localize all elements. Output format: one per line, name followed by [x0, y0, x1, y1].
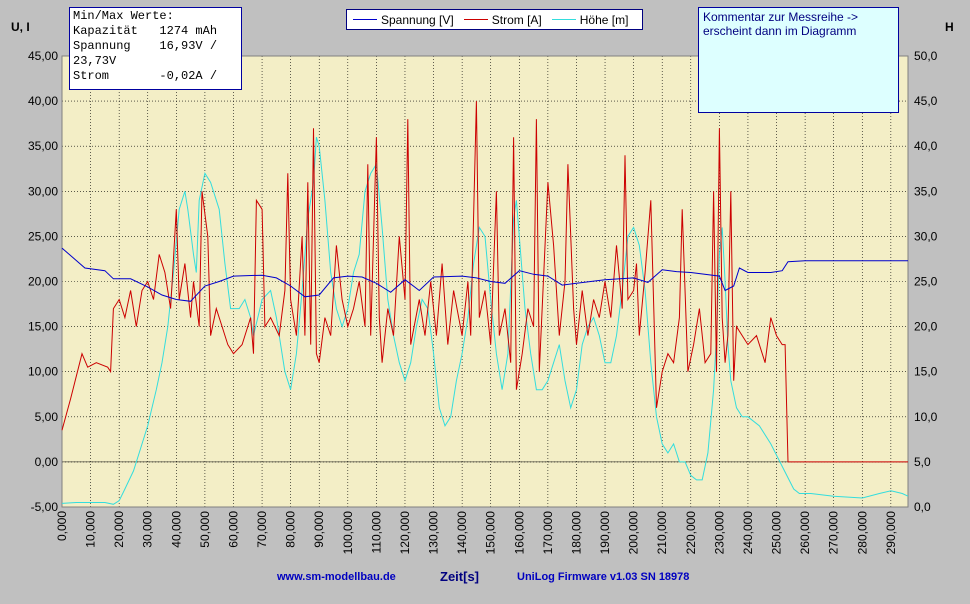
- y-right-tick-label: 25,0: [914, 275, 938, 289]
- x-tick-label: 190,000: [598, 511, 612, 555]
- legend-label-hoehe: Höhe [m]: [579, 12, 629, 27]
- firmware-info: UniLog Firmware v1.03 SN 18978: [517, 571, 690, 583]
- minmax-strom: Strom -0,02A /: [73, 69, 218, 83]
- x-tick-label: 250,000: [770, 511, 784, 555]
- left-axis-title: U, I: [11, 20, 30, 34]
- x-tick-label: 280,000: [855, 511, 869, 555]
- x-tick-label: 140,000: [455, 511, 469, 555]
- legend-item-strom: Strom [A]: [463, 12, 542, 27]
- x-tick-label: 40,000: [169, 511, 183, 548]
- y-left-tick-label: 25,00: [28, 229, 58, 243]
- y-left-tick-label: 30,00: [28, 184, 58, 198]
- x-tick-label: 110,000: [369, 511, 383, 554]
- y-right-tick-label: 45,0: [914, 94, 938, 108]
- y-right-tick-label: 30,0: [914, 229, 938, 243]
- minmax-box: Min/Max Werte: Kapazität 1274 mAh Spannung…: [69, 7, 242, 90]
- x-tick-label: 290,000: [884, 511, 898, 555]
- y-right-tick-label: 15,0: [914, 365, 938, 379]
- x-tick-label: 0,000: [55, 511, 69, 541]
- x-tick-label: 150,000: [484, 511, 498, 555]
- x-tick-label: 260,000: [798, 511, 812, 555]
- y-left-tick-label: 35,00: [28, 139, 58, 153]
- x-tick-label: 70,000: [255, 511, 269, 548]
- x-tick-label: 270,000: [827, 511, 841, 555]
- x-tick-label: 200,000: [627, 511, 641, 555]
- left-axis: 45,00 40,00 35,00 30,00 25,00 20,00 15,00 10,00…: [28, 49, 58, 514]
- legend-item-hoehe: Höhe [m]: [551, 12, 629, 27]
- x-tick-label: 90,000: [312, 511, 326, 548]
- x-tick-label: 210,000: [655, 511, 669, 555]
- legend-swatch-strom: [463, 19, 488, 20]
- x-tick-label: 180,000: [569, 511, 583, 555]
- x-axis: 0,000 10,000 20,000 30,000 40,000 50,000 60,00…: [55, 511, 898, 555]
- y-right-tick-label: 0,0: [914, 500, 931, 514]
- x-tick-label: 80,000: [284, 511, 298, 548]
- legend-swatch-hoehe: [551, 19, 576, 20]
- minmax-title: Min/Max Werte:: [73, 9, 174, 23]
- y-left-tick-label: 45,00: [28, 49, 58, 63]
- y-right-tick-label: 35,0: [914, 184, 938, 198]
- y-left-tick-label: 5,00: [35, 410, 59, 424]
- right-axis-title: H: [945, 20, 954, 34]
- x-tick-label: 170,000: [541, 511, 555, 555]
- x-tick-label: 120,000: [398, 511, 412, 555]
- y-right-tick-label: 5,0: [914, 455, 931, 469]
- y-left-tick-label: 0,00: [35, 455, 59, 469]
- y-left-tick-label: 40,00: [28, 94, 58, 108]
- x-tick-label: 160,000: [512, 511, 526, 555]
- x-tick-label: 20,000: [112, 511, 126, 548]
- y-right-tick-label: 10,0: [914, 410, 938, 424]
- x-tick-label: 50,000: [198, 511, 212, 548]
- x-tick-label: 230,000: [712, 511, 726, 555]
- x-tick-label: 220,000: [684, 511, 698, 555]
- legend-label-strom: Strom [A]: [491, 12, 542, 27]
- y-right-tick-label: 20,0: [914, 320, 938, 334]
- y-left-tick-label: 10,00: [28, 365, 58, 379]
- minmax-spannung: Spannung 16,93V /: [73, 39, 218, 53]
- legend: Spannung [V] Strom [A] Höhe [m]: [346, 9, 643, 30]
- minmax-spannung-max: 23,73V: [73, 54, 117, 68]
- y-left-tick-label: 20,00: [28, 275, 58, 289]
- comment-line-1: Kommentar zur Messreihe ->: [703, 10, 859, 24]
- legend-item-spannung: Spannung [V]: [353, 13, 454, 27]
- comment-box: Kommentar zur Messreihe -> erscheint dan…: [698, 7, 899, 113]
- x-tick-label: 240,000: [741, 511, 755, 555]
- legend-label-spannung: Spannung [V]: [381, 12, 454, 27]
- website-link[interactable]: www.sm-modellbau.de: [277, 571, 396, 583]
- comment-line-2: erscheint dann im Diagramm: [703, 24, 857, 38]
- minmax-kapazitaet: Kapazität 1274 mAh: [73, 24, 218, 38]
- x-tick-label: 30,000: [141, 511, 155, 548]
- x-axis-title: Zeit[s]: [440, 569, 479, 584]
- x-tick-label: 10,000: [84, 511, 98, 548]
- x-tick-label: 60,000: [226, 511, 240, 548]
- x-tick-label: 100,000: [341, 511, 355, 555]
- y-right-tick-label: 50,0: [914, 49, 938, 63]
- right-axis: 50,0 45,0 40,0 35,0 30,0 25,0 20,0 15,0 10,0 5,0 0…: [914, 49, 938, 514]
- legend-swatch-spannung: [353, 19, 377, 20]
- y-right-tick-label: 40,0: [914, 139, 938, 153]
- y-left-tick-label: 15,00: [28, 320, 58, 334]
- x-tick-label: 130,000: [427, 511, 441, 555]
